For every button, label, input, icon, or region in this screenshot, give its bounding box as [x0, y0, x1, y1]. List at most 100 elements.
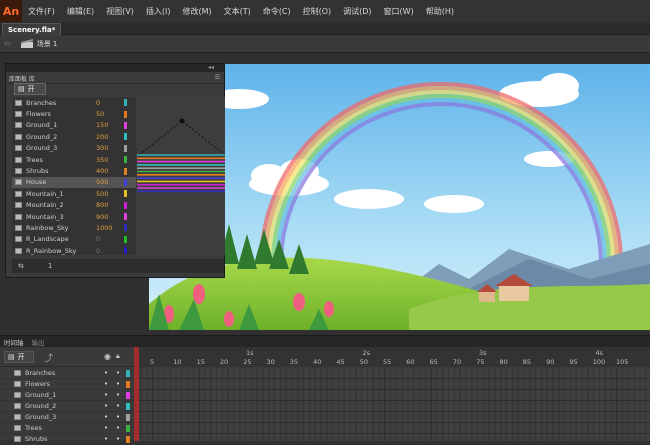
- timeline-layer-row[interactable]: Branches • •: [0, 368, 136, 379]
- layer-depth-value[interactable]: 0: [96, 99, 122, 107]
- frame-row[interactable]: [136, 379, 650, 390]
- library-row[interactable]: Shrubs 400: [12, 165, 136, 176]
- tab-timeline[interactable]: 时间轴: [0, 337, 28, 347]
- panel-menu-icon[interactable]: ☰: [215, 74, 220, 81]
- second-marker: 4s: [595, 349, 604, 357]
- library-row[interactable]: Trees 350: [12, 154, 136, 165]
- visibility-dot-icon[interactable]: •: [104, 391, 108, 399]
- menu-item-8[interactable]: 调试(D): [337, 6, 377, 17]
- library-row[interactable]: R_Landscape 0: [12, 234, 136, 245]
- lock-dot-icon[interactable]: •: [116, 424, 120, 432]
- timeline-layer-row[interactable]: Ground_3 • •: [0, 412, 136, 423]
- lock-dot-icon[interactable]: •: [116, 435, 120, 443]
- frame-row[interactable]: [136, 368, 650, 379]
- library-row[interactable]: Ground_3 300: [12, 143, 136, 154]
- lock-dot-icon[interactable]: •: [116, 413, 120, 421]
- lock-icon[interactable]: 🔒︎: [116, 352, 120, 361]
- library-row[interactable]: Mountain_3 900: [12, 211, 136, 222]
- lock-dot-icon[interactable]: •: [116, 402, 120, 410]
- frame-row[interactable]: [136, 412, 650, 423]
- frame-number: 95: [569, 358, 578, 366]
- timeline-layer-row[interactable]: Ground_2 • •: [0, 401, 136, 412]
- layer-name: Ground_2: [26, 132, 58, 141]
- layer-depth-value[interactable]: 500: [96, 190, 122, 198]
- collapse-arrows-icon[interactable]: ◂◂: [208, 64, 214, 71]
- eye-icon[interactable]: ◉: [104, 352, 111, 361]
- back-arrow-icon[interactable]: ⇦: [4, 39, 11, 48]
- library-row[interactable]: Ground_2 200: [12, 131, 136, 142]
- layer-depth-value[interactable]: 200: [96, 133, 122, 141]
- lock-dot-icon[interactable]: •: [116, 369, 120, 377]
- frame-grid[interactable]: [136, 368, 650, 445]
- visibility-dot-icon[interactable]: •: [104, 413, 108, 421]
- menu-item-1[interactable]: 编辑(E): [61, 6, 100, 17]
- library-tab[interactable]: 库面板 库: [9, 74, 35, 83]
- menu-item-3[interactable]: 插入(I): [140, 6, 177, 17]
- layer-color-chip[interactable]: [126, 381, 130, 388]
- tab-output[interactable]: 输出: [28, 337, 49, 347]
- menu-item-0[interactable]: 文件(F): [22, 6, 61, 17]
- frame-row[interactable]: [136, 401, 650, 412]
- timeline-open-button[interactable]: ▤ 开: [4, 351, 34, 363]
- layer-depth-value[interactable]: 0: [96, 235, 122, 243]
- frame-row[interactable]: [136, 390, 650, 401]
- library-open-button[interactable]: ▤ 开: [14, 83, 46, 95]
- layer-color-chip: [124, 235, 127, 243]
- layer-depth-value[interactable]: 800: [96, 201, 122, 209]
- timeline-layer-row[interactable]: Trees • •: [0, 423, 136, 434]
- frame-number: 45: [336, 358, 345, 366]
- visibility-dot-icon[interactable]: •: [104, 369, 108, 377]
- layer-depth-value[interactable]: 0: [96, 247, 122, 255]
- frame-ruler[interactable]: 5 10 15 20 25 30 35 40 45 50 55 60 65 70 75 80 85 90 95 100…: [136, 347, 650, 367]
- visibility-dot-icon[interactable]: •: [104, 380, 108, 388]
- library-row[interactable]: Mountain_1 500: [12, 188, 136, 199]
- layer-name: Flowers: [26, 110, 51, 119]
- layer-depth-value[interactable]: 900: [96, 213, 122, 221]
- layer-depth-value[interactable]: 350: [96, 156, 122, 164]
- library-row[interactable]: Rainbow_Sky 1000: [12, 222, 136, 233]
- visibility-dot-icon[interactable]: •: [104, 402, 108, 410]
- lock-dot-icon[interactable]: •: [116, 391, 120, 399]
- layer-color-chip[interactable]: [126, 414, 130, 421]
- layer-depth-value[interactable]: 500: [96, 178, 122, 186]
- library-row[interactable]: R_Rainbow_Sky 0: [12, 245, 136, 256]
- library-row[interactable]: Mountain_2 800: [12, 200, 136, 211]
- lock-dot-icon[interactable]: •: [116, 380, 120, 388]
- frame-number: 65: [429, 358, 438, 366]
- visibility-dot-icon[interactable]: •: [104, 424, 108, 432]
- library-row[interactable]: Branches 0: [12, 97, 136, 108]
- layer-depth-value[interactable]: 400: [96, 167, 122, 175]
- layer-depth-value[interactable]: 300: [96, 144, 122, 152]
- graph-icon[interactable]: ⤴: [44, 351, 53, 364]
- menu-item-9[interactable]: 窗口(W): [378, 6, 420, 17]
- visibility-dot-icon[interactable]: •: [104, 435, 108, 443]
- timeline-layer-name: Ground_2: [25, 402, 57, 410]
- layer-color-chip[interactable]: [126, 425, 130, 432]
- layer-color-chip[interactable]: [126, 370, 130, 377]
- menu-item-2[interactable]: 视图(V): [100, 6, 140, 17]
- timeline-layer-row[interactable]: Flowers • •: [0, 379, 136, 390]
- menu-item-7[interactable]: 控制(O): [297, 6, 338, 17]
- scene-name[interactable]: 场景 1: [37, 39, 58, 49]
- menu-item-6[interactable]: 命令(C): [257, 6, 297, 17]
- timeline-layer-row[interactable]: Ground_1 • •: [0, 390, 136, 401]
- layer-name: House: [26, 178, 47, 187]
- layer-color-chip[interactable]: [126, 392, 130, 399]
- playhead[interactable]: [134, 347, 139, 441]
- library-titlebar[interactable]: ◂◂: [6, 64, 224, 72]
- frame-row[interactable]: [136, 423, 650, 434]
- layer-folder-icon: [15, 122, 22, 129]
- layer-depth-value[interactable]: 1000: [96, 224, 122, 232]
- library-row[interactable]: Ground_1 150: [12, 120, 136, 131]
- library-row[interactable]: House 500: [12, 176, 136, 189]
- menu-item-10[interactable]: 帮助(H): [420, 6, 460, 17]
- layer-folder-icon: [15, 145, 22, 152]
- layer-depth-value[interactable]: 50: [96, 110, 122, 118]
- document-tab[interactable]: Scenery.fla*: [2, 23, 62, 35]
- menu-item-4[interactable]: 修改(M): [176, 6, 217, 17]
- layer-folder-icon: [15, 99, 22, 106]
- library-row[interactable]: Flowers 50: [12, 108, 136, 119]
- menu-item-5[interactable]: 文本(T): [218, 6, 257, 17]
- layer-depth-value[interactable]: 150: [96, 121, 122, 129]
- layer-color-chip[interactable]: [126, 403, 130, 410]
